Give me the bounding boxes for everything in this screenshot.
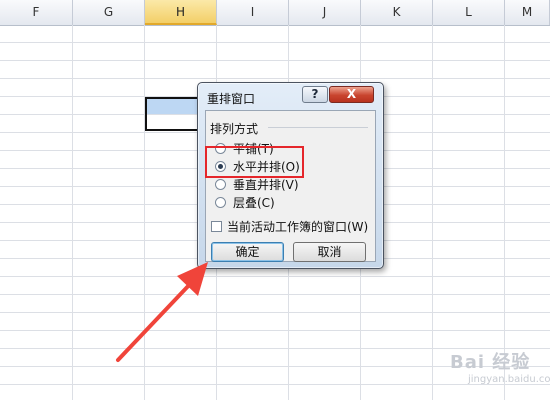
watermark-subtext: jingyan.baidu.com: [468, 374, 550, 385]
watermark-text: Bai 经验: [450, 352, 531, 373]
pointer-arrow-icon: [116, 262, 208, 362]
baidu-watermark: Bai 经验 jingyan.baidu.com: [450, 348, 550, 394]
